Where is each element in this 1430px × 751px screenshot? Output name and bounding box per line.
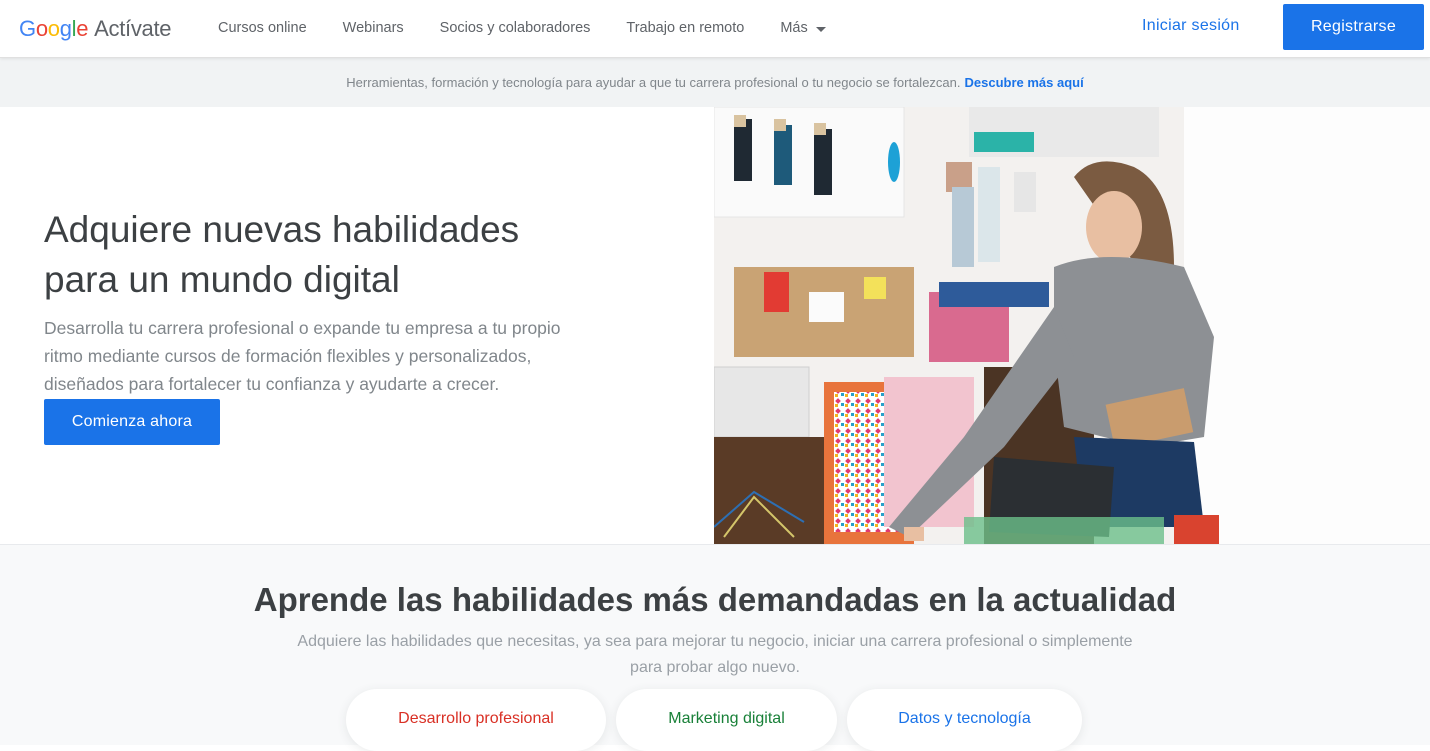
banner-link[interactable]: Descubre más aquí <box>965 75 1084 90</box>
nav-mas-dropdown[interactable]: Más <box>762 20 843 36</box>
banner-text: Herramientas, formación y tecnología par… <box>346 75 961 90</box>
skills-description: Adquiere las habilidades que necesitas, … <box>297 633 1133 676</box>
nav-webinars[interactable]: Webinars <box>325 20 422 36</box>
nav-socios[interactable]: Socios y colaboradores <box>422 20 609 36</box>
hero-image <box>714 107 1430 544</box>
hero-title-line: Adquiere nuevas habilidades <box>44 209 520 250</box>
nav-cursos-online[interactable]: Cursos online <box>200 20 325 36</box>
hero-photo-illustration <box>714 107 1430 544</box>
nav-trabajo-remoto[interactable]: Trabajo en remoto <box>608 20 762 36</box>
main-nav: Cursos online Webinars Socios y colabora… <box>200 0 844 56</box>
hero-section: Adquiere nuevas habilidades para un mund… <box>0 107 1430 544</box>
hero-title-line: para un mundo digital <box>44 259 400 300</box>
skills-section: Aprende las habilidades más demandadas e… <box>0 544 1430 751</box>
top-header: Google Actívate Cursos online Webinars S… <box>0 0 1430 58</box>
logo-product-name: Actívate <box>94 16 172 41</box>
signin-link[interactable]: Iniciar sesión <box>1142 17 1240 35</box>
tab-datos-tecnologia[interactable]: Datos y tecnología <box>847 689 1082 751</box>
start-now-button[interactable]: Comienza ahora <box>44 399 220 445</box>
register-button[interactable]: Registrarse <box>1283 4 1424 50</box>
logo-letter: o <box>35 16 48 41</box>
logo-letter: g <box>59 16 72 41</box>
google-activate-logo[interactable]: Google Actívate <box>19 16 172 42</box>
logo-letter: o <box>47 16 60 41</box>
hero-title: Adquiere nuevas habilidades para un mund… <box>44 205 644 305</box>
tab-desarrollo-profesional[interactable]: Desarrollo profesional <box>346 689 606 751</box>
tab-marketing-digital[interactable]: Marketing digital <box>616 689 837 751</box>
skills-title: Aprende las habilidades más demandadas e… <box>253 581 1177 618</box>
nav-mas-label: Más <box>780 20 808 36</box>
caret-down-icon <box>815 26 826 32</box>
logo-letter: G <box>19 16 36 41</box>
hero-description: Desarrolla tu carrera profesional o expa… <box>44 318 561 394</box>
info-banner: Herramientas, formación y tecnología par… <box>0 58 1430 107</box>
logo-letter: e <box>76 16 89 41</box>
